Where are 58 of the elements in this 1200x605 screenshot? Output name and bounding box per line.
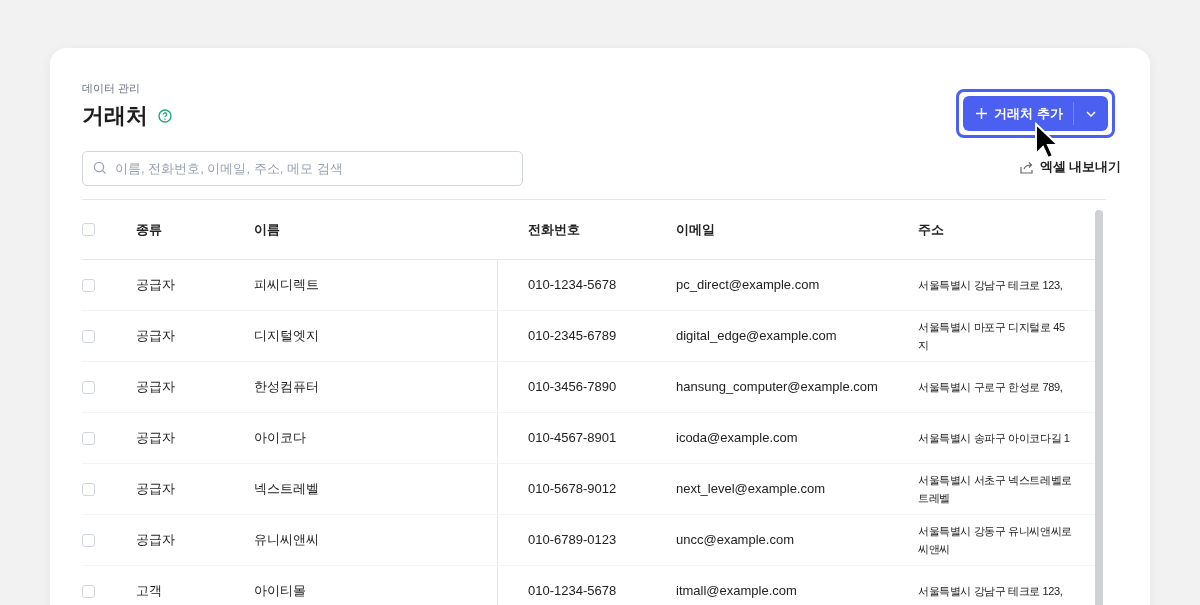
checkbox[interactable] xyxy=(82,329,95,343)
page-title: 거래처 xyxy=(82,102,148,130)
table-cell-text: next_level@example.com xyxy=(676,480,826,499)
table-cell-text: 010-1234-5678 xyxy=(528,276,617,295)
table-cell-text: 공급자 xyxy=(136,378,175,397)
checkbox[interactable] xyxy=(82,380,95,394)
table-cell-text: 공급자 xyxy=(136,480,175,499)
checkbox[interactable] xyxy=(82,223,95,236)
table-cell-text: icoda@example.com xyxy=(676,429,798,448)
add-partner-button[interactable]: 거래처 추가 xyxy=(963,96,1073,131)
table-cell-text: 유니씨앤씨 xyxy=(254,531,319,550)
column-header[interactable]: 이름 xyxy=(254,219,280,240)
checkbox[interactable] xyxy=(82,431,95,445)
checkbox[interactable] xyxy=(82,584,95,598)
table-cell-text: pc_direct@example.com xyxy=(676,276,820,295)
table-cell-text: 넥스트레벨 xyxy=(254,480,319,499)
column-header[interactable]: 이메일 xyxy=(676,219,715,240)
breadcrumb: 데이터 관리 xyxy=(82,82,141,94)
checkbox[interactable] xyxy=(82,278,95,292)
table-cell-text: digital_edge@example.com xyxy=(676,327,837,346)
table-cell-text: 공급자 xyxy=(136,429,175,448)
table-cell-text: 한성컴퓨터 xyxy=(254,378,319,397)
table-cell-text: 아이티몰 xyxy=(254,582,306,601)
help-icon[interactable] xyxy=(158,109,172,123)
table-cell-text: 공급자 xyxy=(136,327,175,346)
table-cell-text: 서울특별시 마포구 디지털로 45 지 xyxy=(918,320,1065,353)
table-cell-text: uncc@example.com xyxy=(676,531,794,550)
search-icon xyxy=(93,161,107,175)
plus-icon xyxy=(975,107,989,120)
table-cell-text: hansung_computer@example.com xyxy=(676,378,878,397)
chevron-down-icon xyxy=(1086,110,1096,117)
table-cell-text: 고객 xyxy=(136,582,162,601)
checkbox[interactable] xyxy=(82,482,95,496)
table-cell-text: 010-2345-6789 xyxy=(528,327,617,346)
table-cell-text: 서울특별시 강남구 테크로 123, xyxy=(918,278,1063,293)
table-cell-text: 010-1234-5678 xyxy=(528,582,617,601)
table-cell-text: 아이코다 xyxy=(254,429,306,448)
table-cell-text: 공급자 xyxy=(136,531,175,550)
checkbox[interactable] xyxy=(82,533,95,547)
table-cell-text: 서울특별시 서초구 넥스트레벨로 트레벨 xyxy=(918,473,1072,506)
table-cell-text: 010-6789-0123 xyxy=(528,531,617,550)
column-header[interactable]: 종류 xyxy=(136,219,162,240)
table-cell-text: 010-3456-7890 xyxy=(528,378,617,397)
table-cell-text: 공급자 xyxy=(136,276,175,295)
table-cell-text: 서울특별시 강남구 테크로 123, xyxy=(918,584,1063,599)
table-cell-text: 서울특별시 송파구 아이코다길 1 xyxy=(918,431,1070,446)
search-field[interactable]: 이름, 전화번호, 이메일, 주소, 메모 검색 xyxy=(82,151,523,186)
table-cell-text: 피씨디렉트 xyxy=(254,276,319,295)
column-header[interactable]: 전화번호 xyxy=(528,219,580,240)
table-cell-text: 디지털엣지 xyxy=(254,327,319,346)
table-cell-text: 010-4567-8901 xyxy=(528,429,617,448)
table-cell-text: 서울특별시 구로구 한성로 789, xyxy=(918,380,1063,395)
table-cell-text: 010-5678-9012 xyxy=(528,480,617,499)
table-cell-text: itmall@example.com xyxy=(676,582,797,601)
column-header[interactable]: 주소 xyxy=(918,219,944,240)
table-cell-text: 서울특별시 강동구 유니씨앤씨로 씨앤씨 xyxy=(918,524,1072,557)
excel-export-link[interactable]: 엑셀 내보내기 xyxy=(1019,158,1121,177)
share-icon xyxy=(1019,160,1034,174)
